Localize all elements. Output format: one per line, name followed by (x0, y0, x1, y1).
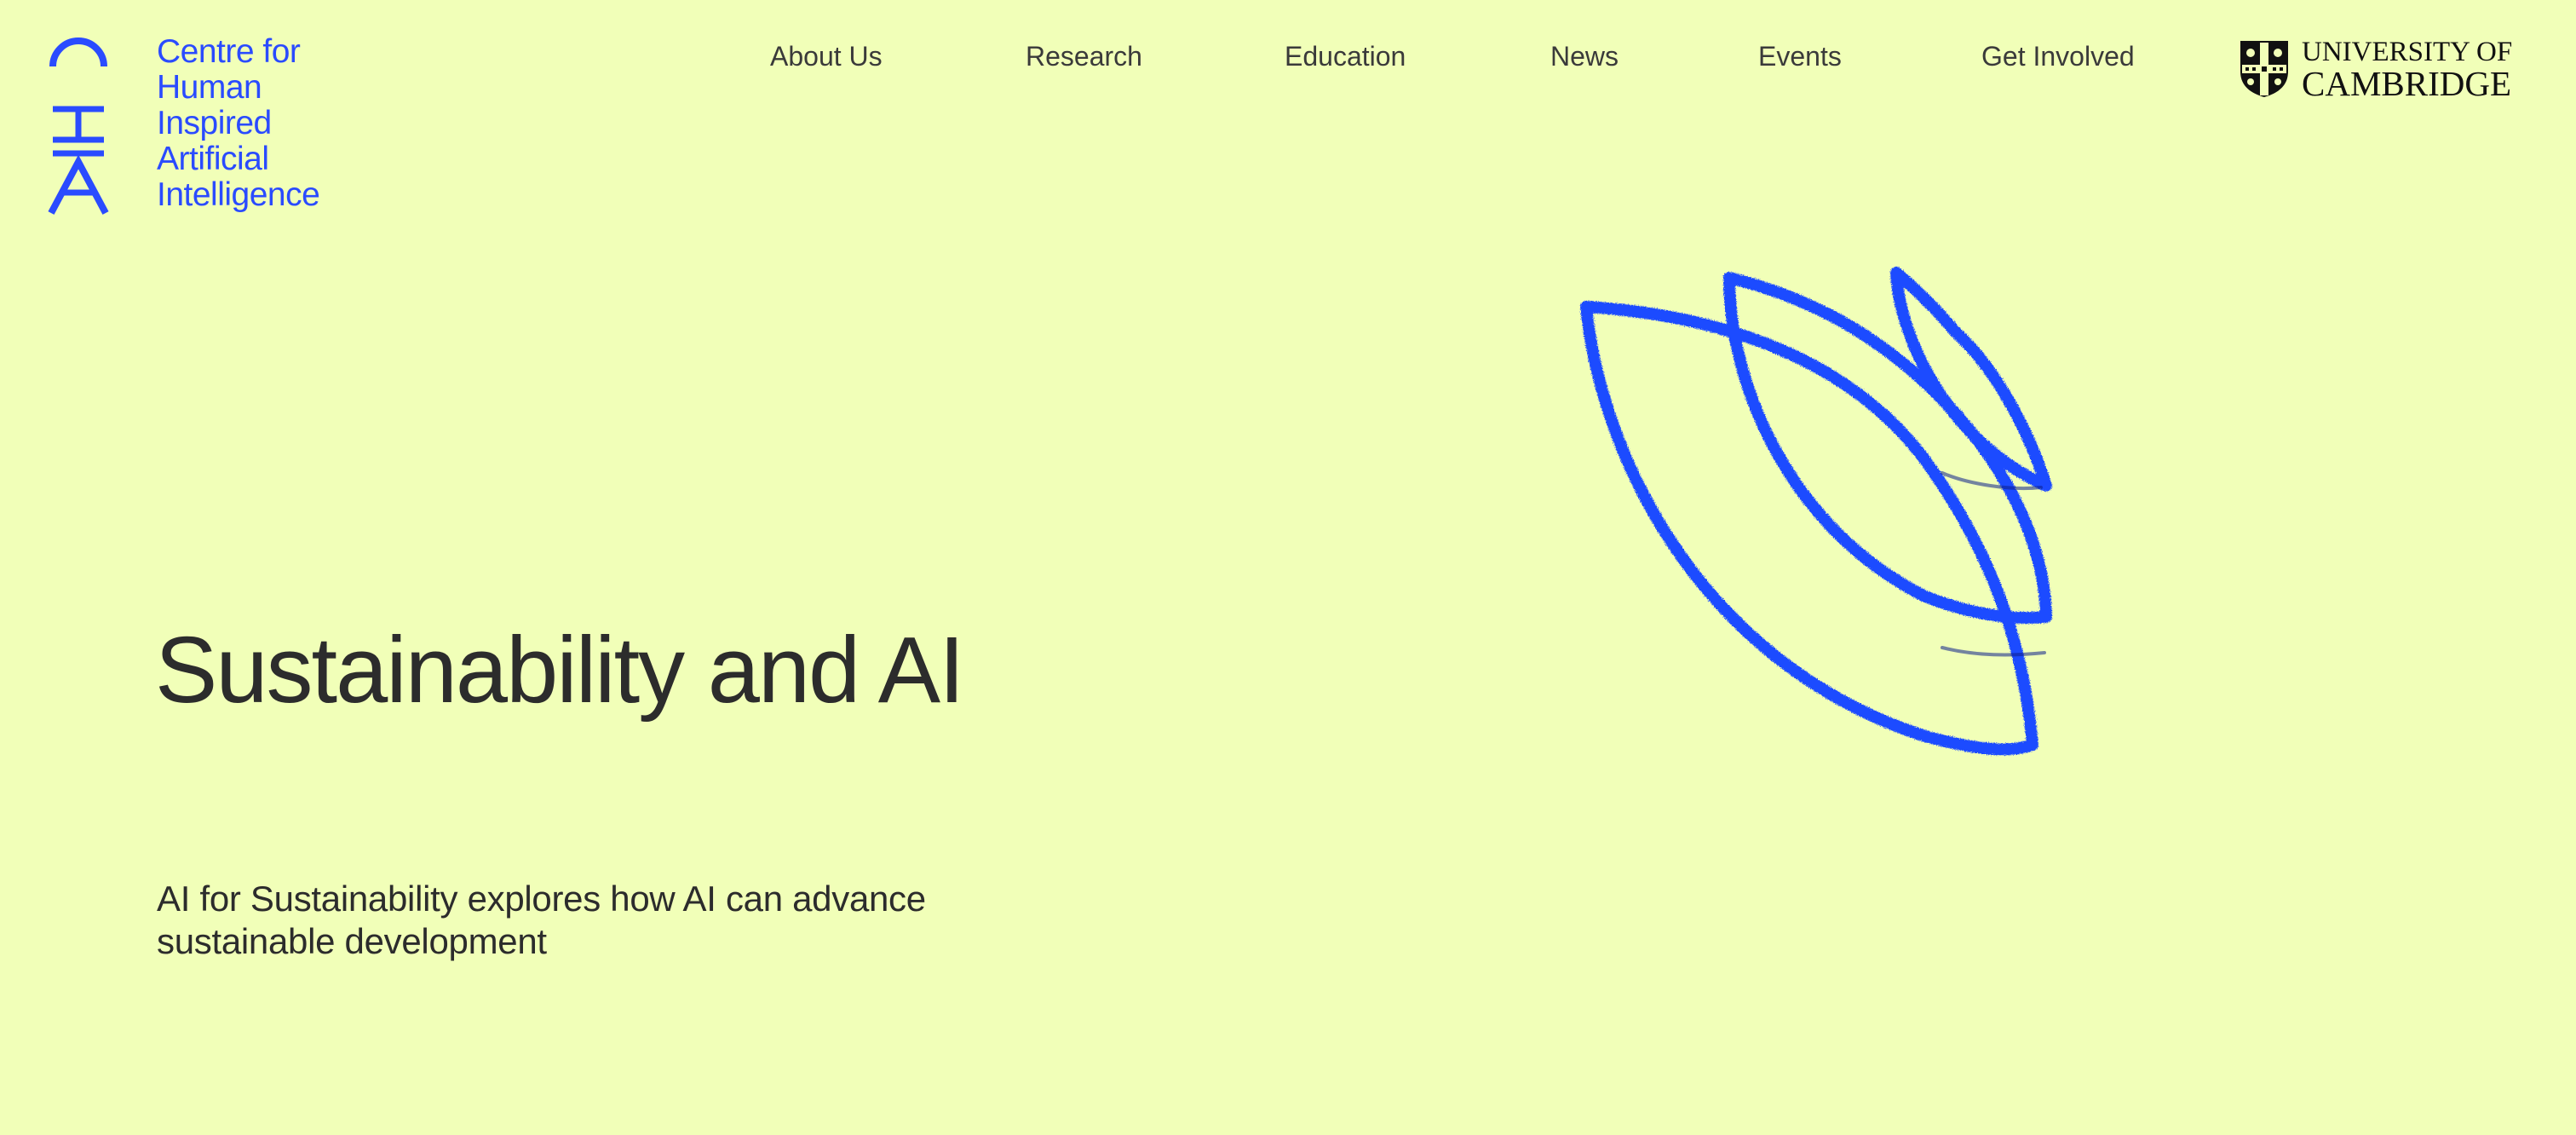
brand-name: Centre for Human Inspired Artificial Int… (157, 34, 378, 213)
nav-item-get-involved[interactable]: Get Involved (1981, 39, 2135, 73)
university-name-line1: UNIVERSITY OF (2302, 37, 2513, 67)
brand-name-line: Inspired (157, 105, 272, 141)
page: Centre for Human Inspired Artificial Int… (0, 0, 2576, 1135)
brand-name-line: Intelligence (157, 176, 320, 213)
university-of-cambridge-logo[interactable]: UNIVERSITY OF CAMBRIDGE (2239, 37, 2528, 102)
nav-item-education[interactable]: Education (1285, 39, 1406, 73)
nav-item-about-us[interactable]: About Us (770, 39, 883, 73)
brand-name-line: Human (157, 69, 262, 106)
nav-item-events[interactable]: Events (1758, 39, 1842, 73)
leaves-sketch-icon (1580, 267, 2052, 756)
university-name-line2: CAMBRIDGE (2302, 64, 2512, 103)
brand-name-line: Centre for (157, 33, 301, 70)
page-subtitle: AI for Sustainability explores how AI ca… (157, 879, 926, 961)
nav-item-research[interactable]: Research (1026, 39, 1142, 73)
brand-name-line: Artificial (157, 141, 269, 177)
chia-monogram-icon (48, 37, 109, 215)
university-name: UNIVERSITY OF CAMBRIDGE (2302, 37, 2512, 101)
page-title: Sustainability and AI (155, 618, 965, 723)
university-shield-icon (2240, 41, 2288, 97)
nav-item-news[interactable]: News (1550, 39, 1619, 73)
